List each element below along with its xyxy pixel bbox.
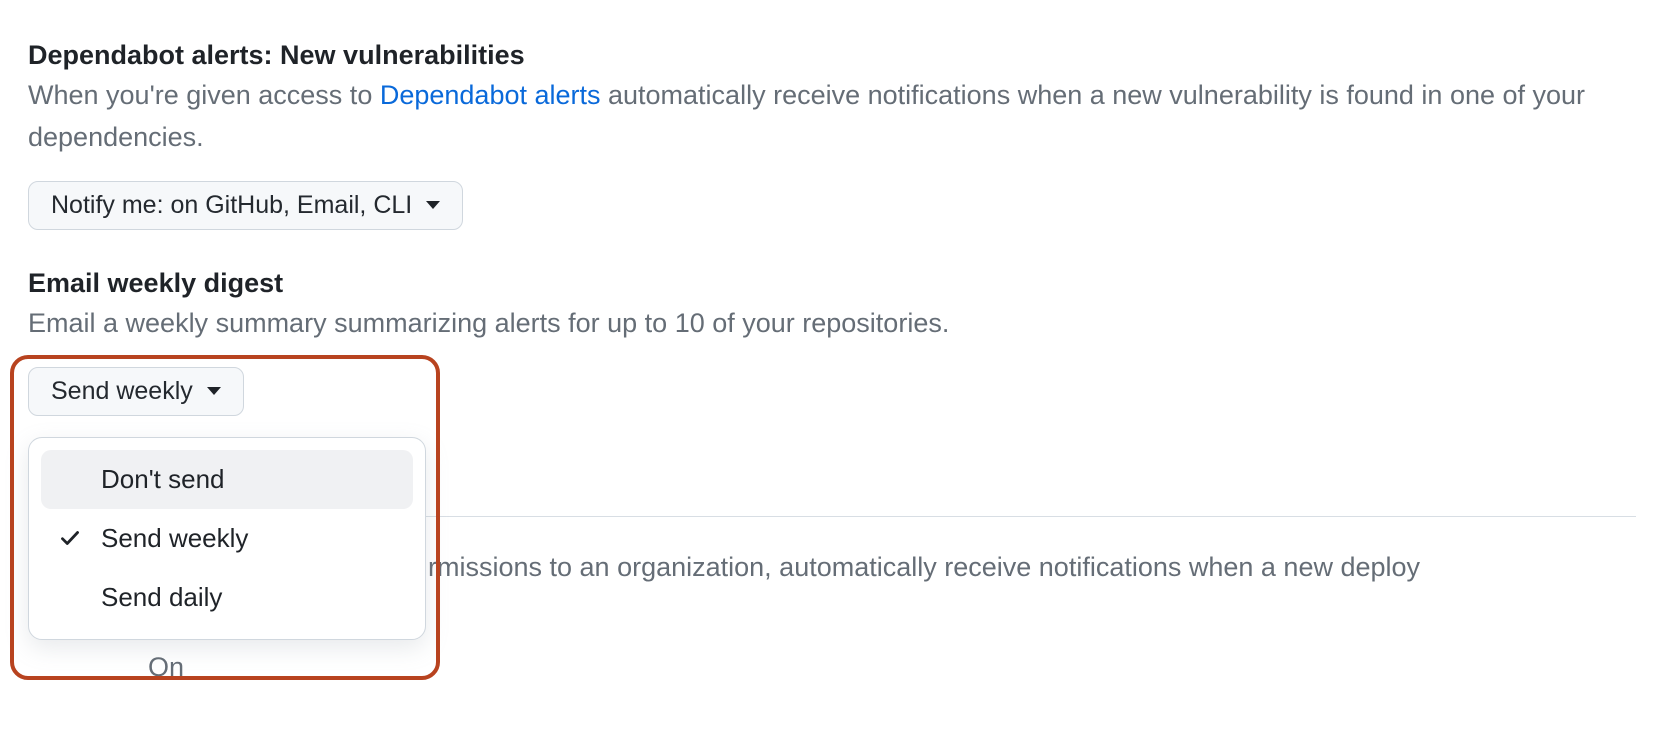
caret-down-icon: [426, 201, 440, 209]
on-text-fragment: On: [28, 652, 1636, 683]
option-send-weekly[interactable]: Send weekly: [41, 509, 413, 568]
option-send-daily-label: Send daily: [101, 582, 222, 613]
digest-title: Email weekly digest: [28, 268, 1636, 299]
option-dont-send-label: Don't send: [101, 464, 225, 495]
digest-section: Email weekly digest Email a weekly summa…: [28, 268, 1636, 416]
notify-me-label: Notify me: on GitHub, Email, CLI: [51, 191, 412, 220]
option-send-weekly-label: Send weekly: [101, 523, 248, 554]
dependabot-alerts-link[interactable]: Dependabot alerts: [380, 80, 601, 110]
dependabot-desc: When you're given access to Dependabot a…: [28, 75, 1636, 159]
send-weekly-label: Send weekly: [51, 377, 193, 406]
digest-dropdown: Don't send Send weekly Send daily: [28, 437, 426, 640]
dependabot-desc-prefix: When you're given access to: [28, 80, 380, 110]
digest-desc: Email a weekly summary summarizing alert…: [28, 303, 1636, 345]
send-weekly-button[interactable]: Send weekly: [28, 367, 244, 416]
option-send-daily[interactable]: Send daily: [41, 568, 413, 627]
caret-down-icon: [207, 387, 221, 395]
dependabot-title: Dependabot alerts: New vulnerabilities: [28, 40, 1636, 71]
dependabot-section: Dependabot alerts: New vulnerabilities W…: [28, 40, 1636, 230]
check-icon: [59, 527, 87, 549]
option-dont-send[interactable]: Don't send: [41, 450, 413, 509]
notify-me-button[interactable]: Notify me: on GitHub, Email, CLI: [28, 181, 463, 230]
